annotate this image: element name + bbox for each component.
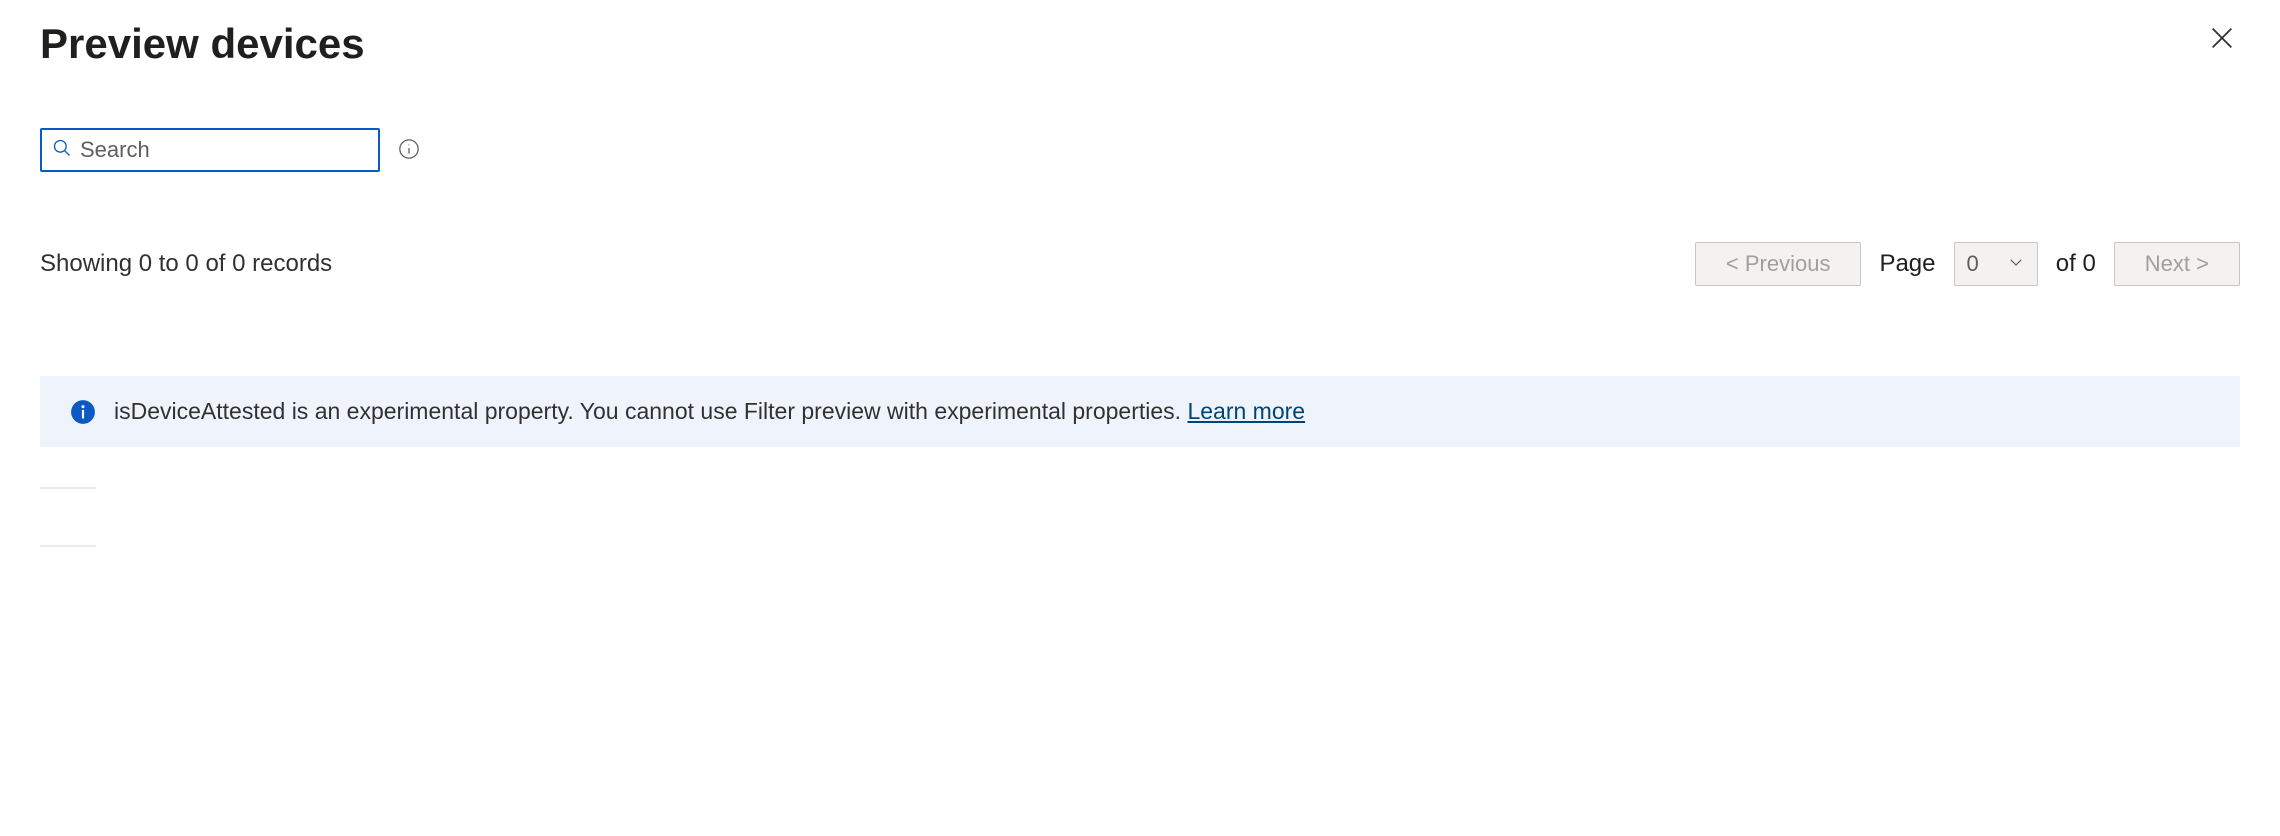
search-input[interactable] bbox=[80, 137, 368, 163]
banner-text: isDeviceAttested is an experimental prop… bbox=[114, 398, 1305, 425]
records-summary: Showing 0 to 0 of 0 records bbox=[40, 250, 332, 278]
pager: < Previous Page 0 of 0 Next > bbox=[1695, 242, 2240, 286]
learn-more-link[interactable]: Learn more bbox=[1187, 398, 1305, 424]
divider bbox=[40, 545, 96, 547]
info-icon bbox=[398, 148, 420, 163]
page-value: 0 bbox=[1967, 251, 1979, 277]
page-select[interactable]: 0 bbox=[1954, 242, 2038, 286]
previous-button[interactable]: < Previous bbox=[1695, 242, 1862, 286]
search-box[interactable] bbox=[40, 128, 380, 172]
search-info-button[interactable] bbox=[396, 136, 422, 165]
chevron-down-icon bbox=[2007, 251, 2025, 277]
banner-message: isDeviceAttested is an experimental prop… bbox=[114, 398, 1187, 424]
page-label: Page bbox=[1879, 250, 1935, 278]
close-icon bbox=[2208, 27, 2236, 58]
divider bbox=[40, 487, 96, 489]
info-banner: isDeviceAttested is an experimental prop… bbox=[40, 376, 2240, 447]
close-button[interactable] bbox=[2204, 20, 2240, 61]
next-button[interactable]: Next > bbox=[2114, 242, 2240, 286]
info-filled-icon bbox=[70, 399, 96, 425]
page-title: Preview devices bbox=[40, 20, 365, 68]
of-total-label: of 0 bbox=[2056, 250, 2096, 278]
search-icon bbox=[52, 138, 72, 163]
